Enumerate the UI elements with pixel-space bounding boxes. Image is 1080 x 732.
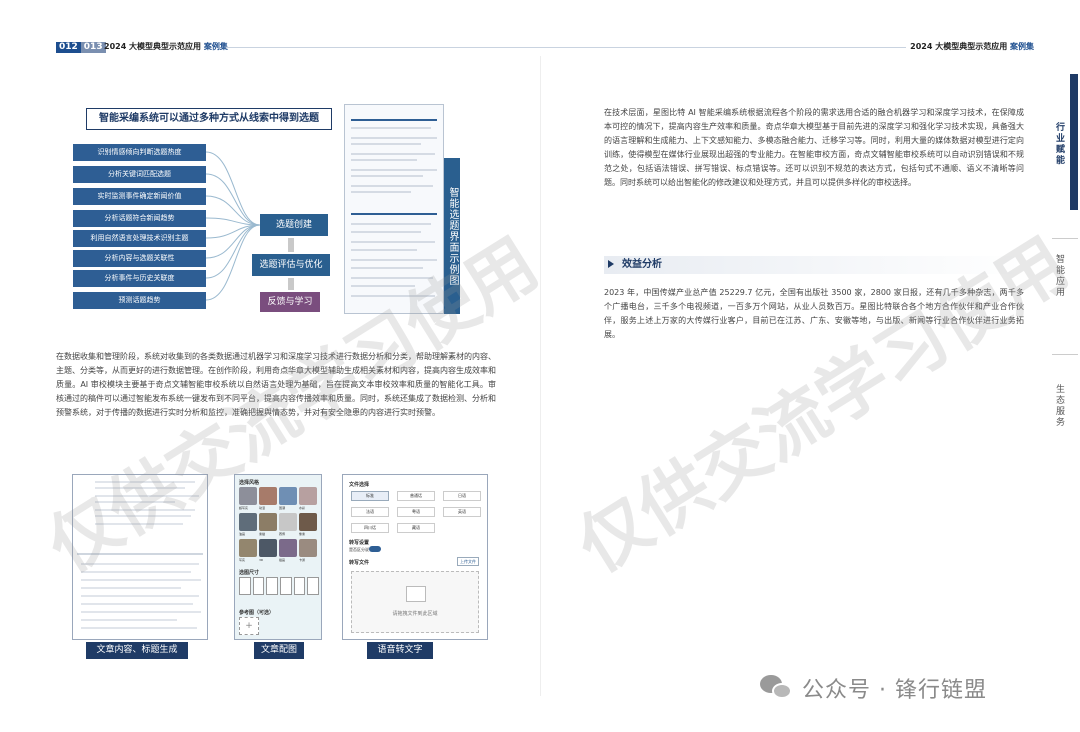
right-paragraph-tech: 在技术层面，星图比特 AI 智能采编系统根据流程各个阶段的需求选用合适的融合机器… <box>604 108 1024 187</box>
flow-create: 选题创建 <box>260 214 328 236</box>
size-option[interactable] <box>280 577 292 595</box>
language-option[interactable]: 日语 <box>443 491 481 501</box>
header-rule <box>226 47 906 48</box>
style-heading: 选择风格 <box>239 480 260 486</box>
language-option[interactable]: 普通话 <box>397 491 435 501</box>
reference-heading: 参考图（可选） <box>239 610 275 616</box>
flow-feedback: 反馈与学习 <box>260 292 320 312</box>
style-label: 卡通 <box>299 558 306 562</box>
language-option[interactable]: 藏语 <box>397 523 435 533</box>
source-box-5: 利用自然语言处理技术识别主题 <box>73 230 206 247</box>
chapter-tabs: 行业赋能 智能应用 生态服务 <box>1044 74 1080 554</box>
source-box-2: 分析关键词匹配选题 <box>73 166 206 183</box>
source-box-4: 分析话题符合新闻趋势 <box>73 210 206 227</box>
style-label: 动漫 <box>259 506 266 510</box>
selection-diagram: 智能采编系统可以通过多种方式从线索中得到选题 识别情感倾向判断选题热度 分析关键… <box>70 104 460 324</box>
tab-ecosystem[interactable]: 生态服务 <box>1052 384 1066 428</box>
language-option[interactable]: 四川话 <box>351 523 389 533</box>
header-title-left: 2024 大模型典型示范应用 案例集 <box>104 42 228 51</box>
language-option[interactable]: 粤语 <box>397 507 435 517</box>
style-thumb[interactable] <box>299 513 317 531</box>
language-option[interactable]: 标准 <box>351 491 389 501</box>
style-thumb[interactable] <box>279 513 297 531</box>
style-thumb[interactable] <box>259 539 277 557</box>
language-option[interactable]: 法语 <box>351 507 389 517</box>
wechat-account-tag: 公众号 · 锋行链盟 <box>760 672 987 704</box>
style-thumb[interactable] <box>279 487 297 505</box>
page-spine <box>540 56 541 696</box>
size-option[interactable] <box>293 577 306 595</box>
upload-file-button[interactable]: 上传文件 <box>457 557 479 566</box>
style-label: 水彩 <box>299 506 306 510</box>
flow-arrow-1 <box>288 238 294 252</box>
left-paragraph: 在数据收集和管理阶段，系统对收集到的各类数据通过机器学习和深度学习技术进行数据分… <box>56 352 496 417</box>
style-thumb[interactable] <box>239 539 257 557</box>
diagram-side-tag: 智能选题界面示例图 <box>444 158 460 314</box>
style-thumb[interactable] <box>259 513 277 531</box>
section-heading: 效益分析 <box>604 256 1024 274</box>
size-option[interactable] <box>239 577 251 595</box>
size-heading: 选图尺寸 <box>239 570 260 576</box>
style-thumb[interactable] <box>239 513 257 531</box>
style-thumb[interactable] <box>299 487 317 505</box>
caption-image: 文章配图 <box>254 642 304 659</box>
add-reference-icon[interactable]: + <box>239 617 259 635</box>
style-thumb[interactable] <box>259 487 277 505</box>
style-label: 国潮 <box>279 506 286 510</box>
page-header: 012 013 2024 大模型典型示范应用 案例集 2024 大模型典型示范应… <box>56 40 1034 56</box>
source-box-1: 识别情感倾向判断选题热度 <box>73 144 206 161</box>
style-thumb[interactable] <box>279 539 297 557</box>
source-box-3: 实时监测事件确定新闻价值 <box>73 188 206 205</box>
style-label: 赛博 <box>279 532 286 536</box>
style-label: 超写实 <box>239 506 249 510</box>
wechat-icon <box>760 675 794 701</box>
screenshot-image-generation: 选择风格 超写实 动漫 国潮 水彩 油画 素描 赛博 像素 写实 3D 插画 卡… <box>234 474 322 640</box>
style-label: 像素 <box>299 532 306 536</box>
page-number-left: 012 <box>56 42 81 53</box>
style-label: 插画 <box>279 558 286 562</box>
size-option[interactable] <box>252 577 265 595</box>
drop-hint: 请拖拽文件到此区域 <box>392 611 438 617</box>
active-tab-indicator <box>1070 74 1078 210</box>
flow-arrow-2 <box>288 278 294 290</box>
style-thumb[interactable] <box>239 487 257 505</box>
style-thumb[interactable] <box>299 539 317 557</box>
file-drop-zone[interactable]: 请拖拽文件到此区域 <box>351 571 479 633</box>
size-options[interactable] <box>239 577 320 595</box>
flow-eval: 选题评估与优化 <box>252 254 330 276</box>
caption-speech: 语音转文字 <box>367 642 433 659</box>
selection-ui-mock <box>344 104 444 314</box>
style-label: 素描 <box>259 532 266 536</box>
triangle-icon <box>608 260 614 268</box>
tab-industry[interactable]: 行业赋能 <box>1052 122 1066 166</box>
style-label: 写实 <box>239 558 246 562</box>
wechat-account-name: 公众号 · 锋行链盟 <box>802 678 987 703</box>
page-numbers: 012 013 <box>56 42 106 53</box>
speaker-toggle[interactable] <box>369 546 381 552</box>
caption-article: 文章内容、标题生成 <box>86 642 188 659</box>
source-box-6: 分析内容与选题关联性 <box>73 250 206 267</box>
screenshot-article-generation <box>72 474 208 640</box>
source-box-8: 预测话题趋势 <box>73 292 206 309</box>
upload-icon <box>406 586 426 602</box>
source-box-7: 分析事件与历史关联度 <box>73 270 206 287</box>
language-option[interactable]: 英语 <box>443 507 481 517</box>
style-label: 3D <box>259 558 264 562</box>
header-title-right: 2024 大模型典型示范应用 案例集 <box>910 42 1034 51</box>
tab-intelligent-apps[interactable]: 智能应用 <box>1052 254 1066 298</box>
style-label: 油画 <box>239 532 246 536</box>
right-paragraph-benefit: 2023 年，中国传媒产业总产值 25229.7 亿元，全国有出版社 3500 … <box>604 288 1024 339</box>
size-option[interactable] <box>266 577 279 595</box>
file-select-heading: 文件选择 <box>349 482 370 488</box>
language-options: 标准 普通话 日语 法语 粤语 英语 四川话 藏语 <box>351 491 481 533</box>
mock-bar <box>351 119 437 121</box>
transcribe-file-label: 转写文件 <box>349 560 370 566</box>
size-option[interactable] <box>307 577 320 595</box>
page-number-right: 013 <box>80 42 106 53</box>
transcribe-settings-label: 转写设置 <box>349 540 370 546</box>
screenshot-speech-to-text: 文件选择 标准 普通话 日语 法语 粤语 英语 四川话 藏语 转写设置 是否区分… <box>342 474 488 640</box>
